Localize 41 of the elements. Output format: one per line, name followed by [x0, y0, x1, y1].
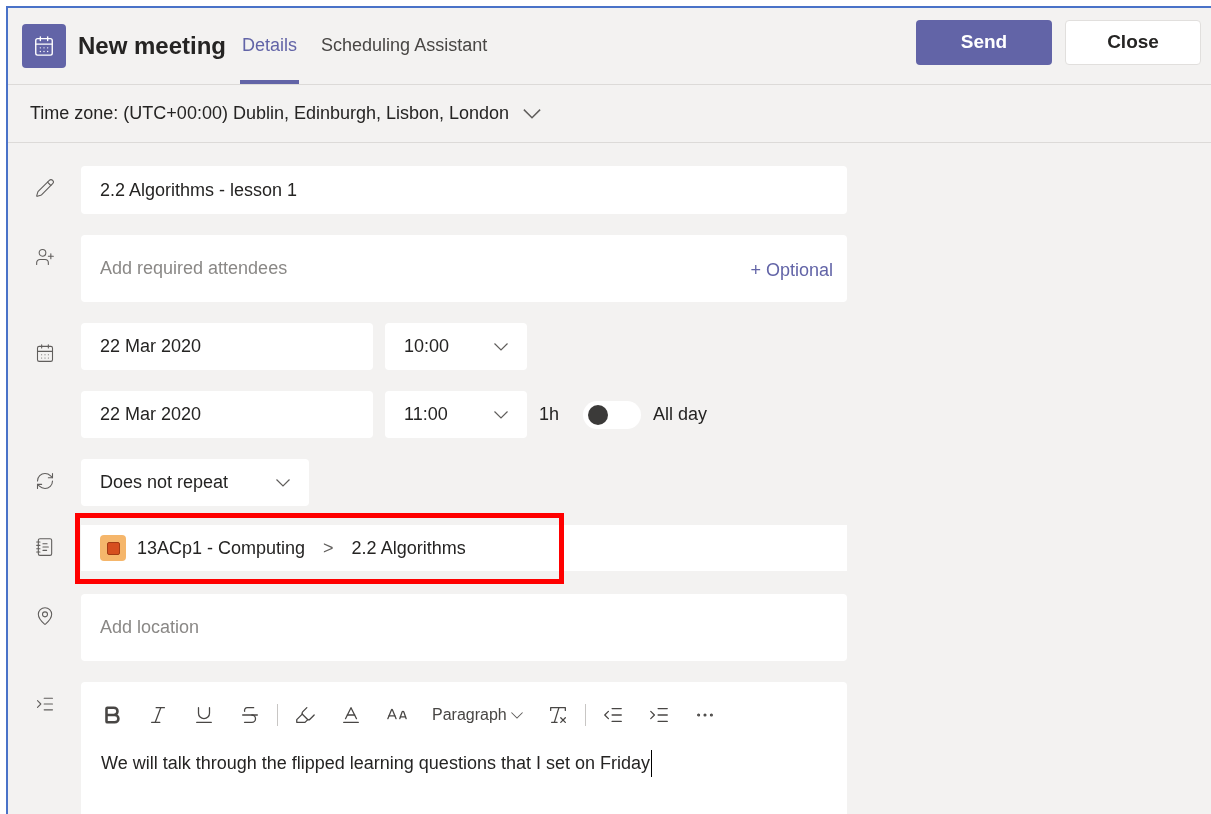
window-title: New meeting — [78, 31, 227, 61]
close-button[interactable]: Close — [1065, 20, 1201, 65]
duration-label: 1h — [539, 403, 560, 426]
chevron-down-icon — [510, 711, 523, 719]
add-person-icon — [34, 247, 55, 267]
highlight-button[interactable] — [294, 704, 316, 726]
calendar-app-icon — [22, 24, 66, 68]
pencil-icon — [34, 178, 55, 198]
title-field[interactable]: 2.2 Algorithms - lesson 1 — [81, 166, 847, 214]
time-dropdown[interactable]: 11:00 — [385, 391, 527, 438]
team-name: 13ACp1 - Computing — [137, 536, 306, 560]
tab[interactable]: Details — [240, 8, 300, 84]
calendar-icon — [34, 342, 55, 363]
tab[interactable]: Scheduling Assistant — [319, 8, 490, 84]
chevron-down-icon — [494, 342, 508, 351]
location-field[interactable]: Add location — [81, 594, 847, 661]
all-day-toggle[interactable] — [583, 400, 642, 429]
chevron-down-icon — [494, 410, 508, 419]
repeat-dropdown[interactable]: Does not repeat — [81, 459, 309, 506]
time-zone-dropdown[interactable]: Time zone: (UTC+00:00) Dublin, Edinburgh, Lisbon, London — [30, 100, 542, 127]
channel-icon — [34, 537, 55, 557]
description-text: We will talk through the flipped learning questions that I set on Friday — [101, 750, 652, 777]
description-editor[interactable]: Paragraph We will talk through the flipped learning questions that I set on Friday — [81, 682, 847, 814]
underline-button[interactable] — [193, 704, 215, 726]
chevron-down-icon — [523, 108, 542, 119]
all-day-label: All day — [653, 403, 708, 426]
team-icon — [100, 535, 126, 561]
strikethrough-button[interactable] — [239, 704, 261, 726]
date-picker[interactable]: 22 Mar 2020 — [81, 323, 373, 370]
time-dropdown[interactable]: 10:00 — [385, 323, 527, 370]
channel-name: 2.2 Algorithms — [351, 536, 466, 560]
channel-field[interactable]: 13ACp1 - Computing > 2.2 Algorithms — [81, 525, 847, 571]
optional-attendees-link[interactable]: + Optional — [750, 257, 833, 284]
breadcrumb-separator: > — [323, 536, 334, 560]
attendees-field[interactable]: Add required attendees + Optional — [81, 235, 847, 302]
date-picker[interactable]: 22 Mar 2020 — [81, 391, 373, 438]
repeat-icon — [34, 471, 55, 491]
send-button[interactable]: Send — [916, 20, 1052, 65]
paragraph-dropdown[interactable]: Paragraph — [432, 703, 523, 727]
font-color-button[interactable] — [340, 704, 362, 726]
chevron-down-icon — [276, 478, 290, 487]
